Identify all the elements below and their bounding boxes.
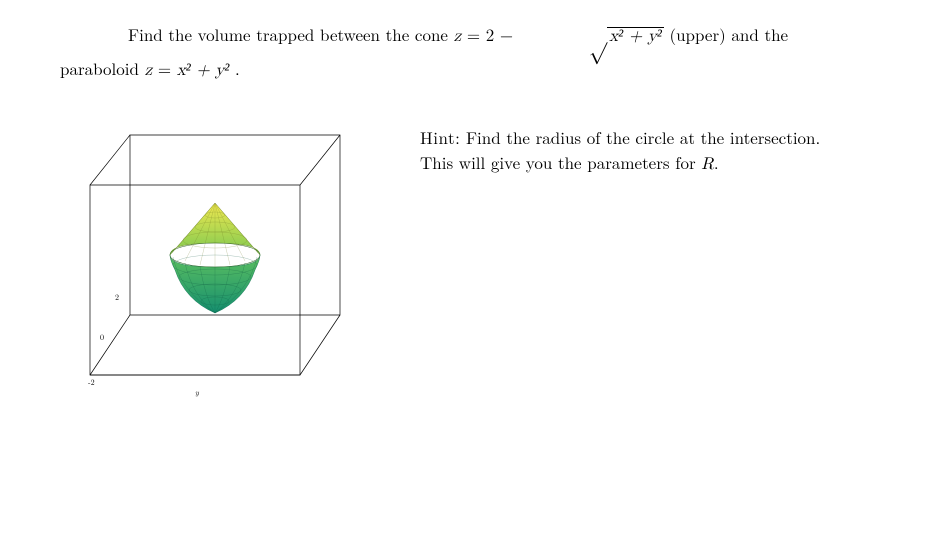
hint-line2: This will give you the parameters for <box>420 150 701 174</box>
axis-tick: 2 <box>115 292 119 303</box>
paraboloid-equation: z = x² + y² <box>145 62 235 79</box>
cube-wireframe: -2 0 2 y <box>60 115 380 425</box>
content-row: -2 0 2 y <box>60 115 890 425</box>
hint-label: Hint: <box>420 125 460 149</box>
cone-equation: z = 2 − √x² + y² <box>454 28 670 45</box>
hint-block: Hint: Find the radius of the circle at t… <box>420 115 890 178</box>
sqrt-expression: √x² + y² <box>519 20 664 55</box>
hint-R: R <box>701 156 714 173</box>
hint-line1: Find the radius of the circle at the int… <box>460 125 820 149</box>
solid-region <box>170 203 260 313</box>
axis-tick: 0 <box>100 332 104 343</box>
figure-3d-plot: -2 0 2 y <box>60 115 380 425</box>
problem-intro: Find the volume trapped between the cone <box>128 22 454 46</box>
upper-label: (upper) and the <box>669 22 788 46</box>
paraboloid-label: paraboloid <box>60 56 145 80</box>
problem-statement: Find the volume trapped between the cone… <box>60 20 890 85</box>
axis-label-y: y <box>195 387 200 398</box>
axis-tick: -2 <box>88 377 95 388</box>
